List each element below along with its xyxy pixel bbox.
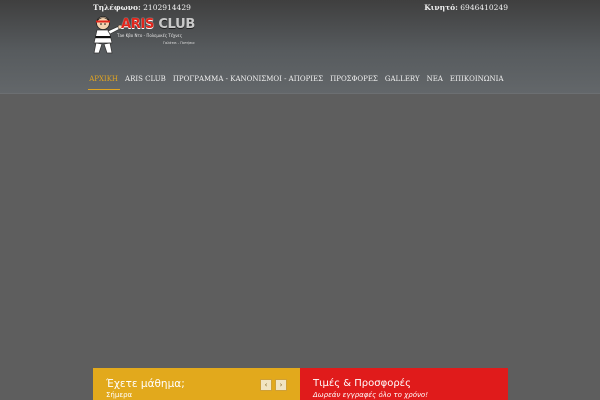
offers-panel[interactable]: Τιμές & Προσφορές Δωρεάν εγγραφές όλο το… — [300, 368, 508, 400]
classes-panel: Έχετε μάθημα; Σήμερα ‹ › — [93, 368, 300, 400]
classes-title: Έχετε μάθημα; — [106, 378, 185, 390]
next-arrow-button[interactable]: › — [275, 379, 287, 391]
brand-title: ARIS CLUB — [121, 17, 195, 32]
brand-word-club: CLUB — [158, 17, 195, 32]
nav-item-home[interactable]: ΑΡΧΙΚΗ — [86, 75, 122, 90]
site-header: Τηλέφωνο: 2102914429 Κινητό: 6946410249 … — [0, 0, 600, 94]
nav-item-gallery[interactable]: GALLERY — [381, 75, 423, 85]
phone-info: Τηλέφωνο: 2102914429 — [93, 3, 191, 12]
classes-pager: ‹ › — [260, 379, 287, 391]
mobile-number[interactable]: 6946410249 — [460, 3, 508, 12]
mobile-label: Κινητό: — [424, 3, 458, 12]
brand-location: Γαλάτσι - Πατήσια — [163, 41, 195, 45]
nav-item-offers[interactable]: ΠΡΟΣΦΟΡΕΣ — [327, 75, 382, 85]
nav-item-news[interactable]: ΝΕΑ — [423, 75, 446, 85]
site-logo[interactable]: ARIS CLUB Τae Kβο Ντο - Πολεμικές Τέχνες… — [93, 14, 195, 56]
nav-item-aris-club[interactable]: ARIS CLUB — [122, 75, 170, 85]
brand-tagline: Τae Kβο Ντο - Πολεμικές Τέχνες — [117, 33, 183, 38]
phone-label: Τηλέφωνο: — [93, 3, 141, 12]
phone-number[interactable]: 2102914429 — [143, 3, 191, 12]
nav-item-contact[interactable]: ΕΠΙΚΟΙΝΩΝΙΑ — [446, 75, 507, 85]
offers-subtitle: Δωρεάν εγγραφές όλο το χρόνο! — [313, 391, 429, 399]
nav-item-program[interactable]: ΠΡΟΓΡΑΜΜΑ - ΚΑΝΟΝΙΣΜΟΙ - ΑΠΟΡΙΕΣ — [169, 75, 326, 85]
prev-arrow-button[interactable]: ‹ — [260, 379, 272, 391]
brand-word-aris: ARIS — [121, 17, 155, 32]
offers-title: Τιμές & Προσφορές — [313, 378, 411, 389]
mobile-info: Κινητό: 6946410249 — [424, 3, 508, 12]
main-nav: ΑΡΧΙΚΗ ARIS CLUB ΠΡΟΓΡΑΜΜΑ - ΚΑΝΟΝΙΣΜΟΙ … — [86, 75, 507, 90]
classes-subtitle: Σήμερα — [106, 391, 133, 399]
